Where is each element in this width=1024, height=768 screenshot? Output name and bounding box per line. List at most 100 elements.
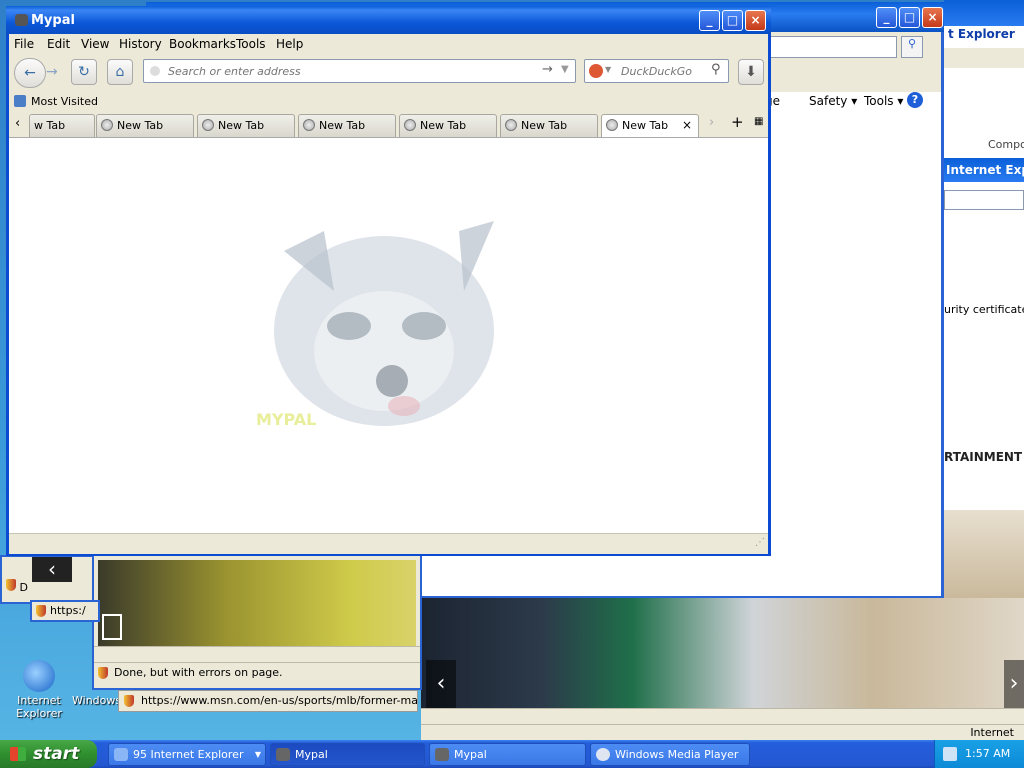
- engine-dropdown-icon[interactable]: ▼: [605, 65, 611, 74]
- menu-edit[interactable]: Edit: [47, 37, 70, 51]
- start-button[interactable]: start: [0, 740, 97, 768]
- mypal-raccoon-logo: [274, 221, 494, 426]
- window-title: Mypal: [31, 13, 75, 28]
- shield-icon: [6, 579, 16, 591]
- windows-flag-icon: [10, 747, 26, 761]
- downloads-button[interactable]: ⬇: [738, 59, 764, 85]
- tab-4[interactable]: New Tab: [298, 114, 396, 137]
- carousel-prev-button[interactable]: ‹: [426, 660, 456, 710]
- maximize-button[interactable]: □: [899, 7, 920, 28]
- right-ie-window: t Explorer Compos Internet Explor urity …: [944, 0, 1024, 600]
- resize-grip-icon[interactable]: ⋰: [755, 537, 765, 548]
- desktop-icon-media-player[interactable]: Windows Media Player: [72, 694, 120, 707]
- maximize-button[interactable]: □: [722, 10, 743, 31]
- horizontal-scrollbar[interactable]: [421, 708, 1024, 725]
- carousel-next-button[interactable]: ›: [1004, 660, 1024, 710]
- globe-icon: [505, 119, 517, 131]
- tab-6[interactable]: New Tab: [500, 114, 598, 137]
- tab-1[interactable]: w Tab: [29, 114, 95, 137]
- sports-image: [98, 560, 416, 648]
- mypal-logo-text: MYPAL: [256, 410, 317, 429]
- taskbar-item-mypal-1[interactable]: Mypal: [270, 743, 425, 766]
- system-tray: 1:57 AM: [934, 740, 1024, 768]
- menu-tools[interactable]: Tools: [236, 37, 266, 51]
- menu-history[interactable]: History: [119, 37, 162, 51]
- back-arrow-icon: ←: [24, 65, 36, 81]
- window-title-2: Internet Explor: [946, 163, 1024, 177]
- internet-explorer-icon: [23, 660, 55, 692]
- globe-icon: [101, 119, 113, 131]
- tab-scroll-left-button[interactable]: ‹: [15, 116, 20, 131]
- carousel-prev-button-small[interactable]: ‹: [32, 557, 72, 582]
- sports-status-bar: Done, but with errors on page.: [94, 662, 420, 682]
- go-arrow-icon[interactable]: →: [542, 62, 553, 77]
- dropdown-icon[interactable]: ▼: [561, 64, 569, 75]
- status-bar: ⋰: [9, 533, 768, 554]
- url-tooltip: https://www.msn.com/en-us/sports/mlb/for…: [118, 690, 418, 712]
- most-visited-bookmark[interactable]: Most Visited: [31, 95, 98, 108]
- entertainment-label[interactable]: RTAINMENT: [944, 450, 1022, 464]
- network-icon[interactable]: [943, 747, 957, 761]
- forward-button[interactable]: →: [46, 64, 58, 80]
- ie-address-bar[interactable]: [769, 36, 897, 58]
- address-bar[interactable]: → ▼: [143, 59, 576, 83]
- taskbar-item-ie[interactable]: 95 Internet Explorer ▼: [108, 743, 266, 766]
- search-icon[interactable]: ⚲: [901, 36, 923, 58]
- menu-help[interactable]: Help: [276, 37, 303, 51]
- address-input[interactable]: [166, 64, 530, 79]
- tab-scroll-right-button[interactable]: ›: [709, 115, 714, 130]
- cmd-safety[interactable]: Safety ▾: [809, 94, 857, 108]
- home-icon: ⌂: [115, 64, 125, 80]
- msn-sports-image: [421, 598, 1024, 708]
- download-icon: ⬇: [745, 64, 757, 80]
- close-button[interactable]: ×: [922, 7, 943, 28]
- taskbar-item-media-player[interactable]: Windows Media Player: [590, 743, 750, 766]
- close-button[interactable]: ×: [745, 10, 766, 31]
- taskbar-item-mypal-2[interactable]: Mypal: [429, 743, 586, 766]
- search-icon[interactable]: ⚲: [711, 62, 721, 77]
- help-icon[interactable]: ?: [907, 92, 923, 108]
- cmd-tools[interactable]: Tools ▾: [864, 94, 903, 108]
- globe-icon: [202, 119, 214, 131]
- desktop-icon-ie[interactable]: Internet Explorer: [4, 660, 74, 720]
- search-input[interactable]: [619, 64, 709, 79]
- internet-explorer-icon: [114, 748, 128, 761]
- all-tabs-icon[interactable]: ▦: [754, 116, 763, 127]
- compose-label[interactable]: Compos: [988, 138, 1024, 151]
- menu-view[interactable]: View: [81, 37, 109, 51]
- back-button[interactable]: ←: [14, 58, 46, 88]
- shield-icon: [36, 605, 46, 617]
- reload-icon: ↻: [78, 64, 90, 80]
- mypal-icon: [15, 14, 28, 26]
- cert-warning-text: urity certificate o: [944, 303, 1024, 316]
- titlebar[interactable]: [6, 6, 771, 34]
- globe-icon: [606, 119, 618, 131]
- shield-icon: [98, 667, 108, 679]
- menu-bookmarks[interactable]: Bookmarks: [169, 37, 236, 51]
- group-arrow-icon: ▼: [254, 750, 261, 759]
- minimize-button[interactable]: _: [876, 7, 897, 28]
- new-tab-button[interactable]: +: [731, 113, 744, 131]
- most-visited-icon: [14, 95, 26, 107]
- expand-icon[interactable]: [102, 614, 122, 640]
- duckduckgo-icon: [589, 64, 603, 78]
- tab-3[interactable]: New Tab: [197, 114, 295, 137]
- menu-file[interactable]: File: [14, 37, 34, 51]
- home-button[interactable]: ⌂: [107, 59, 133, 85]
- clock[interactable]: 1:57 AM: [965, 740, 1010, 768]
- tab-2[interactable]: New Tab: [96, 114, 194, 137]
- sports-ie-window: Done, but with errors on page.: [92, 548, 422, 690]
- url-tooltip-small: https:/: [30, 600, 100, 622]
- media-player-icon: [596, 748, 610, 761]
- horizontal-scrollbar-sports[interactable]: [94, 646, 420, 661]
- close-tab-icon[interactable]: ×: [682, 115, 692, 136]
- window-title: t Explorer: [948, 27, 1015, 41]
- mypal-icon: [276, 748, 290, 761]
- page-icon: [150, 66, 160, 76]
- reload-button[interactable]: ↻: [71, 59, 97, 85]
- minimize-button[interactable]: _: [699, 10, 720, 31]
- search-bar[interactable]: ▼ ⚲: [584, 59, 729, 83]
- tab-7-active[interactable]: New Tab ×: [601, 114, 699, 138]
- tab-5[interactable]: New Tab: [399, 114, 497, 137]
- globe-icon: [404, 119, 416, 131]
